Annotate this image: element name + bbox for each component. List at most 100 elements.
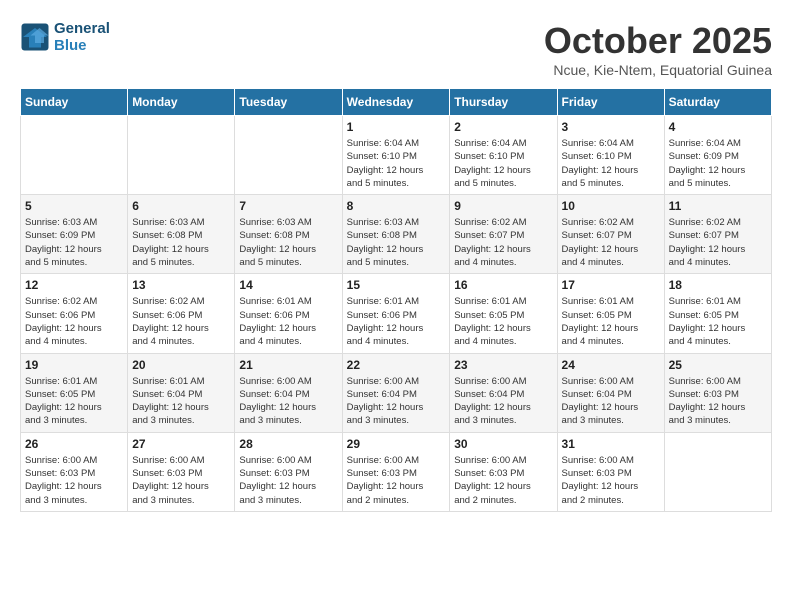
table-row: 9Sunrise: 6:02 AMSunset: 6:07 PMDaylight…: [450, 195, 557, 274]
day-number: 24: [562, 358, 660, 372]
table-row: 15 Sunrise: 6:01 AMSunset: 6:06 PMDayligh…: [342, 274, 450, 353]
day-info: Sunrise: 6:04 AMSunset: 6:10 PMDaylight:…: [454, 137, 552, 190]
day-number: 6: [132, 199, 230, 213]
day-info: Sunrise: 6:00 AMSunset: 6:03 PMDaylight:…: [454, 454, 552, 507]
calendar-header-row: Sunday Monday Tuesday Wednesday Thursday…: [21, 89, 772, 116]
day-number: 31: [562, 437, 660, 451]
table-row: 24 Sunrise: 6:00 AMSunset: 6:04 PMDayligh…: [557, 353, 664, 432]
day-number: 25: [669, 358, 767, 372]
calendar-table: Sunday Monday Tuesday Wednesday Thursday…: [20, 88, 772, 512]
day-number: 12: [25, 278, 123, 292]
day-info: Sunrise: 6:00 AMSunset: 6:03 PMDaylight:…: [347, 454, 446, 507]
day-number: 4: [669, 120, 767, 134]
day-number: 1: [347, 120, 446, 134]
day-number: 16: [454, 278, 552, 292]
table-row: 10 Sunrise: 6:02 AMSunset: 6:07 PMDayligh…: [557, 195, 664, 274]
table-row: 20 Sunrise: 6:01 AMSunset: 6:04 PMDayligh…: [128, 353, 235, 432]
table-row: [128, 116, 235, 195]
table-row: 13 Sunrise: 6:02 AMSunset: 6:06 PMDayligh…: [128, 274, 235, 353]
day-number: 20: [132, 358, 230, 372]
logo: General Blue: [20, 20, 110, 54]
header-monday: Monday: [128, 89, 235, 116]
day-info: Sunrise: 6:01 AMSunset: 6:05 PMDaylight:…: [562, 295, 660, 348]
table-row: 7Sunrise: 6:03 AMSunset: 6:08 PMDaylight…: [235, 195, 342, 274]
table-row: 1 Sunrise: 6:04 AMSunset: 6:10 PMDaylight…: [342, 116, 450, 195]
day-number: 11: [669, 199, 767, 213]
day-info: Sunrise: 6:02 AMSunset: 6:06 PMDaylight:…: [132, 295, 230, 348]
day-info: Sunrise: 6:01 AMSunset: 6:06 PMDaylight:…: [239, 295, 337, 348]
day-number: 19: [25, 358, 123, 372]
table-row: 11Sunrise: 6:02 AMSunset: 6:07 PMDayligh…: [664, 195, 771, 274]
day-number: 15: [347, 278, 446, 292]
table-row: [235, 116, 342, 195]
day-info: Sunrise: 6:01 AMSunset: 6:05 PMDaylight:…: [25, 375, 123, 428]
table-row: 23Sunrise: 6:00 AMSunset: 6:04 PMDayligh…: [450, 353, 557, 432]
day-info: Sunrise: 6:02 AMSunset: 6:07 PMDaylight:…: [454, 216, 552, 269]
day-info: Sunrise: 6:04 AMSunset: 6:09 PMDaylight:…: [669, 137, 767, 190]
calendar-week-row: 12 Sunrise: 6:02 AMSunset: 6:06 PMDayligh…: [21, 274, 772, 353]
day-info: Sunrise: 6:02 AMSunset: 6:06 PMDaylight:…: [25, 295, 123, 348]
day-info: Sunrise: 6:00 AMSunset: 6:03 PMDaylight:…: [562, 454, 660, 507]
table-row: 28Sunrise: 6:00 AMSunset: 6:03 PMDayligh…: [235, 432, 342, 511]
day-info: Sunrise: 6:01 AMSunset: 6:06 PMDaylight:…: [347, 295, 446, 348]
day-number: 13: [132, 278, 230, 292]
table-row: 17Sunrise: 6:01 AMSunset: 6:05 PMDayligh…: [557, 274, 664, 353]
day-info: Sunrise: 6:01 AMSunset: 6:05 PMDaylight:…: [669, 295, 767, 348]
table-row: 2 Sunrise: 6:04 AMSunset: 6:10 PMDaylight…: [450, 116, 557, 195]
table-row: 21 Sunrise: 6:00 AMSunset: 6:04 PMDayligh…: [235, 353, 342, 432]
day-number: 18: [669, 278, 767, 292]
day-number: 14: [239, 278, 337, 292]
location-subtitle: Ncue, Kie-Ntem, Equatorial Guinea: [544, 62, 772, 78]
table-row: 5Sunrise: 6:03 AMSunset: 6:09 PMDaylight…: [21, 195, 128, 274]
header-thursday: Thursday: [450, 89, 557, 116]
day-info: Sunrise: 6:03 AMSunset: 6:09 PMDaylight:…: [25, 216, 123, 269]
day-info: Sunrise: 6:01 AMSunset: 6:05 PMDaylight:…: [454, 295, 552, 348]
calendar-week-row: 1 Sunrise: 6:04 AMSunset: 6:10 PMDaylight…: [21, 116, 772, 195]
day-number: 10: [562, 199, 660, 213]
table-row: 12 Sunrise: 6:02 AMSunset: 6:06 PMDayligh…: [21, 274, 128, 353]
day-info: Sunrise: 6:00 AMSunset: 6:04 PMDaylight:…: [562, 375, 660, 428]
month-year-title: October 2025: [544, 20, 772, 62]
day-info: Sunrise: 6:00 AMSunset: 6:04 PMDaylight:…: [239, 375, 337, 428]
table-row: 16 Sunrise: 6:01 AMSunset: 6:05 PMDayligh…: [450, 274, 557, 353]
table-row: 29Sunrise: 6:00 AMSunset: 6:03 PMDayligh…: [342, 432, 450, 511]
table-row: 25 Sunrise: 6:00 AMSunset: 6:03 PMDayligh…: [664, 353, 771, 432]
table-row: 18 Sunrise: 6:01 AMSunset: 6:05 PMDayligh…: [664, 274, 771, 353]
table-row: 8 Sunrise: 6:03 AMSunset: 6:08 PMDaylight…: [342, 195, 450, 274]
day-number: 26: [25, 437, 123, 451]
day-info: Sunrise: 6:00 AMSunset: 6:04 PMDaylight:…: [347, 375, 446, 428]
table-row: 22 Sunrise: 6:00 AMSunset: 6:04 PMDayligh…: [342, 353, 450, 432]
table-row: [21, 116, 128, 195]
table-row: 14 Sunrise: 6:01 AMSunset: 6:06 PMDayligh…: [235, 274, 342, 353]
header-wednesday: Wednesday: [342, 89, 450, 116]
day-info: Sunrise: 6:04 AMSunset: 6:10 PMDaylight:…: [347, 137, 446, 190]
day-number: 23: [454, 358, 552, 372]
day-number: 27: [132, 437, 230, 451]
day-number: 21: [239, 358, 337, 372]
table-row: 30 Sunrise: 6:00 AMSunset: 6:03 PMDayligh…: [450, 432, 557, 511]
logo-text: General Blue: [54, 20, 110, 54]
calendar-week-row: 5Sunrise: 6:03 AMSunset: 6:09 PMDaylight…: [21, 195, 772, 274]
table-row: 26 Sunrise: 6:00 AMSunset: 6:03 PMDayligh…: [21, 432, 128, 511]
table-row: 4 Sunrise: 6:04 AMSunset: 6:09 PMDaylight…: [664, 116, 771, 195]
day-number: 22: [347, 358, 446, 372]
day-info: Sunrise: 6:03 AMSunset: 6:08 PMDaylight:…: [239, 216, 337, 269]
table-row: 27Sunrise: 6:00 AMSunset: 6:03 PMDayligh…: [128, 432, 235, 511]
day-info: Sunrise: 6:00 AMSunset: 6:03 PMDaylight:…: [239, 454, 337, 507]
header-saturday: Saturday: [664, 89, 771, 116]
header-tuesday: Tuesday: [235, 89, 342, 116]
header-sunday: Sunday: [21, 89, 128, 116]
day-info: Sunrise: 6:00 AMSunset: 6:03 PMDaylight:…: [25, 454, 123, 507]
day-info: Sunrise: 6:01 AMSunset: 6:04 PMDaylight:…: [132, 375, 230, 428]
day-info: Sunrise: 6:02 AMSunset: 6:07 PMDaylight:…: [562, 216, 660, 269]
day-number: 2: [454, 120, 552, 134]
day-info: Sunrise: 6:03 AMSunset: 6:08 PMDaylight:…: [132, 216, 230, 269]
day-info: Sunrise: 6:03 AMSunset: 6:08 PMDaylight:…: [347, 216, 446, 269]
table-row: 6 Sunrise: 6:03 AMSunset: 6:08 PMDaylight…: [128, 195, 235, 274]
day-number: 8: [347, 199, 446, 213]
table-row: [664, 432, 771, 511]
day-info: Sunrise: 6:00 AMSunset: 6:03 PMDaylight:…: [669, 375, 767, 428]
title-section: October 2025 Ncue, Kie-Ntem, Equatorial …: [544, 20, 772, 78]
day-number: 3: [562, 120, 660, 134]
day-number: 30: [454, 437, 552, 451]
